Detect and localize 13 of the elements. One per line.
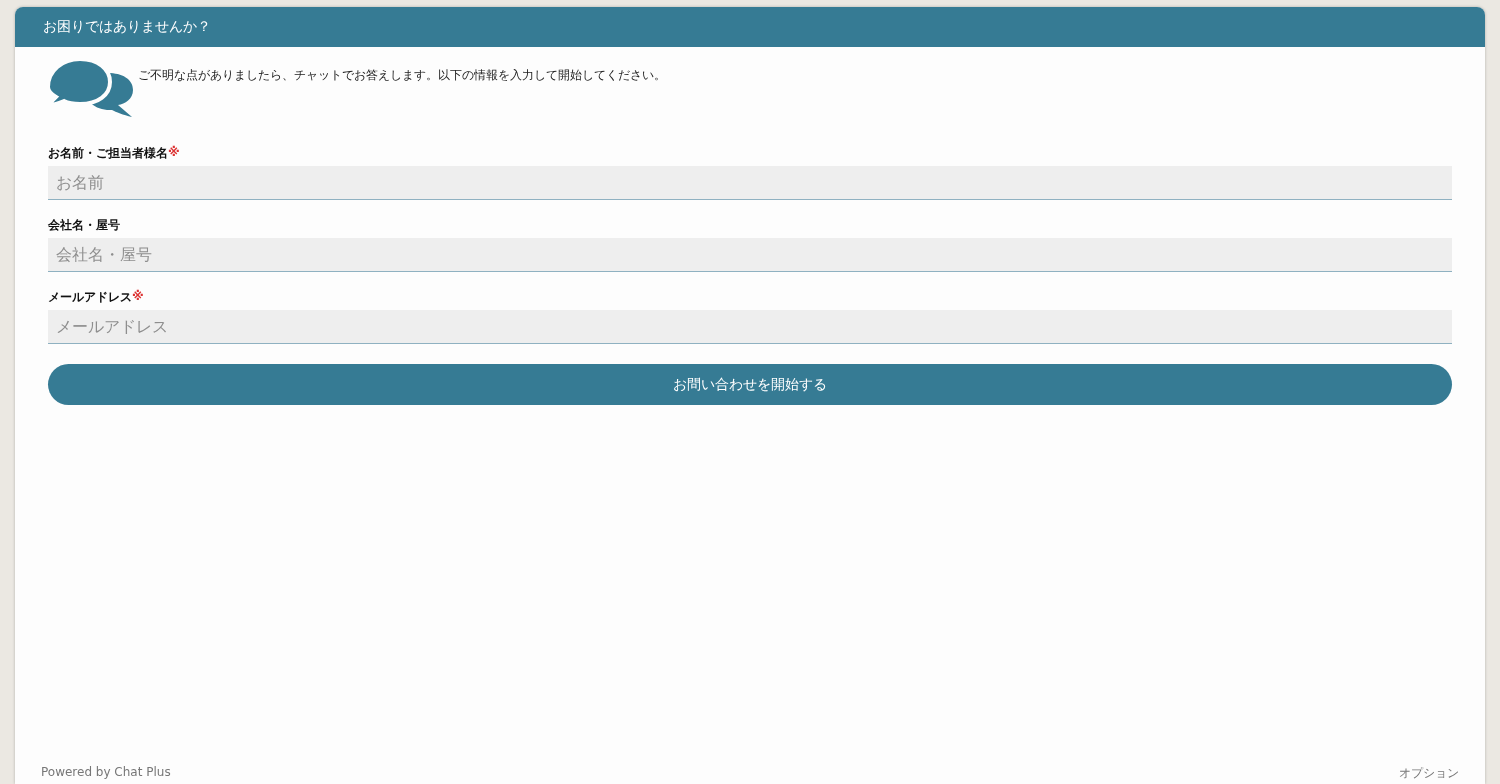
input-field[interactable]: 会社名・屋号 [48, 238, 1452, 272]
start-button[interactable]: お問い合わせを開始する [48, 364, 1452, 405]
field-label: 会社名・屋号 [48, 217, 120, 234]
field-label: お名前・ご担当者様名 [48, 145, 168, 162]
field-label: メールアドレス [48, 289, 132, 306]
intro-text: ご不明な点がありましたら、チャットでお答えします。以下の情報を入力して開始してください。 [138, 67, 666, 84]
options-link[interactable]: オプション [1399, 765, 1459, 782]
header-title: お困りではありませんか？ [43, 18, 211, 36]
input-field[interactable]: お名前 [48, 166, 1452, 200]
required-mark: ※ [132, 289, 144, 305]
required-mark: ※ [168, 145, 180, 161]
input-field[interactable]: メールアドレス [48, 310, 1452, 344]
powered-by-text: Powered by Chat Plus [41, 765, 171, 781]
